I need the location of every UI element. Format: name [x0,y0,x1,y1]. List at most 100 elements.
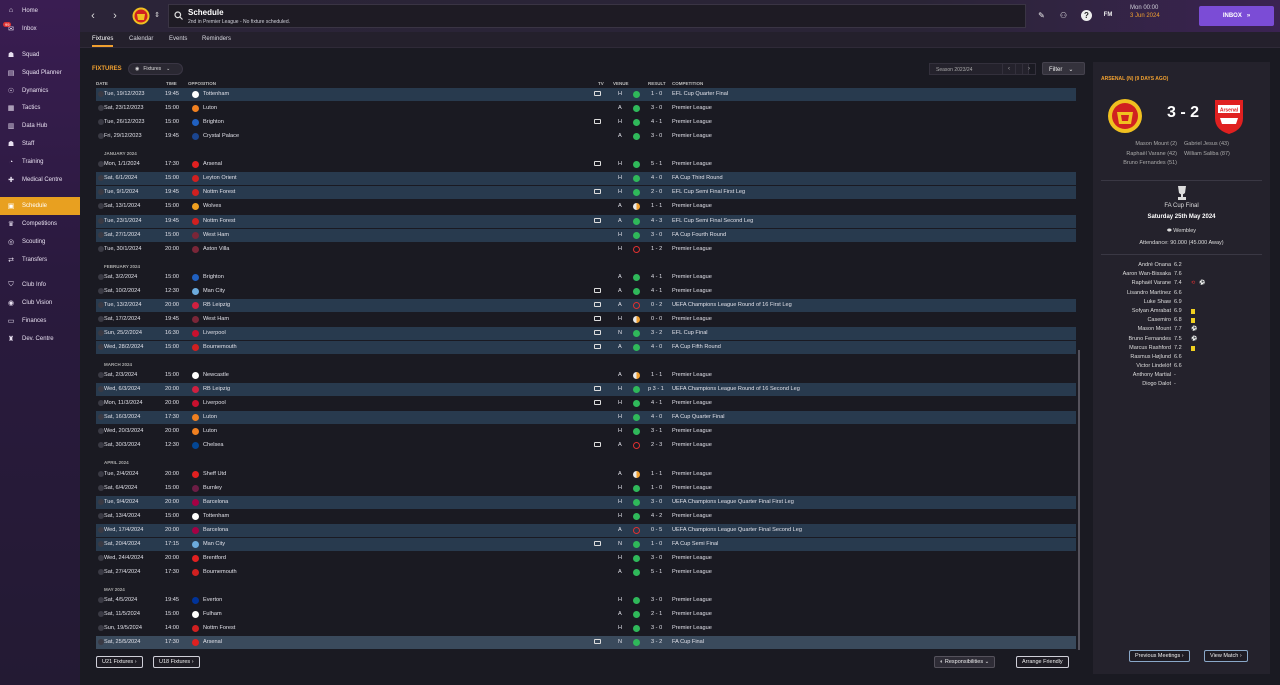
fixture-opponent[interactable]: Crystal Palace [203,133,239,139]
table-row[interactable]: Wed, 17/4/2024 20:00 Barcelona A 0 - 5 UEFA C… [96,523,1076,537]
u21-fixtures-button[interactable]: U21 Fixtures › [96,656,143,668]
fixture-opponent[interactable]: Luton [203,414,217,420]
fixture-competition[interactable]: FA Cup Fourth Round [672,232,726,238]
rating-row[interactable]: Casemiro 6.8 [1093,316,1270,325]
table-row[interactable]: Sat, 13/1/2024 15:00 Wolves A 1 - 1 Premier L… [96,200,1076,213]
table-row[interactable]: Mon, 11/3/2024 20:00 Liverpool H 4 - 1 Premie… [96,397,1076,410]
search-icon[interactable] [174,11,183,20]
rating-row[interactable]: Luke Shaw 6.9 [1093,298,1270,307]
table-row[interactable]: Wed, 20/3/2024 20:00 Luton H 3 - 1 Premier Le… [96,425,1076,438]
responsibilities-button[interactable]: ◐ Responsibilities ⌄ [934,656,996,668]
fixture-competition[interactable]: Premier League [672,105,712,111]
col-date[interactable]: DATE [96,81,108,86]
fm-logo[interactable]: FM [1101,10,1115,21]
rating-row[interactable]: André Onana 6.2 [1093,261,1270,270]
fixture-opponent[interactable]: Luton [203,105,217,111]
fixture-competition[interactable]: EFL Cup Semi Final Second Leg [672,218,753,224]
fixture-opponent[interactable]: Man City [203,541,225,547]
table-row[interactable]: Fri, 29/12/2023 19:45 Crystal Palace A 3 - 0… [96,130,1076,143]
table-row[interactable]: Sat, 6/1/2024 15:00 Leyton Orient H 4 - 0 FA … [96,172,1076,186]
table-row[interactable]: Sat, 3/2/2024 15:00 Brighton A 4 - 1 Premier … [96,271,1076,284]
switch-club-icon[interactable]: ⇕ [150,9,164,23]
sidebar-item-medical-centre[interactable]: ✚ Medical Centre [0,171,80,189]
fixture-opponent[interactable]: West Ham [203,316,229,322]
fixture-opponent[interactable]: Tottenham [203,513,229,519]
fixture-opponent[interactable]: Brentford [203,555,226,561]
fixture-competition[interactable]: EFL Cup Quarter Final [672,91,728,97]
sidebar-item-finances[interactable]: ▭ Finances [0,312,80,330]
sidebar-item-scouting[interactable]: ◎ Scouting [0,233,80,251]
view-match-button[interactable]: View Match › [1204,650,1248,662]
rating-row[interactable]: Lisandro Martínez 6.6 [1093,289,1270,298]
fixture-opponent[interactable]: Barcelona [203,527,228,533]
col-competition[interactable]: COMPETITION [672,81,703,86]
col-tv[interactable]: TV [598,81,604,86]
fixture-competition[interactable]: Premier League [672,513,712,519]
fixture-competition[interactable]: Premier League [672,119,712,125]
arrange-friendly-button[interactable]: Arrange Friendly [1016,656,1069,668]
table-row[interactable]: Sat, 25/5/2024 17:30 Arsenal N 3 - 2 FA Cup F… [96,636,1076,650]
fixture-opponent[interactable]: Arsenal [203,161,222,167]
sidebar-item-transfers[interactable]: ⇄ Transfers [0,251,80,269]
table-row[interactable]: Sat, 6/4/2024 15:00 Burnley H 1 - 0 Premier L… [96,482,1076,495]
fixture-competition[interactable]: FA Cup Final [672,639,704,645]
rating-row[interactable]: Marcus Rashford 7.2 [1093,344,1270,353]
table-row[interactable]: Sat, 23/12/2023 15:00 Luton A 3 - 0 Premier L… [96,102,1076,115]
previous-meetings-button[interactable]: Previous Meetings › [1129,650,1190,662]
table-row[interactable]: Sat, 30/3/2024 12:30 Chelsea A 2 - 3 Premier … [96,439,1076,452]
fixture-competition[interactable]: Premier League [672,428,712,434]
table-row[interactable]: Wed, 6/3/2024 20:00 RB Leipzig Hp 3 - 1 UEFA… [96,383,1076,397]
table-row[interactable]: Tue, 30/1/2024 20:00 Aston Villa H 1 - 2 Prem… [96,243,1076,256]
fixture-opponent[interactable]: Tottenham [203,91,229,97]
col-opposition[interactable]: OPPOSITION [188,81,216,86]
fixture-competition[interactable]: UEFA Champions League Round of 16 Second… [672,386,800,392]
table-row[interactable]: Sat, 4/5/2024 19:45 Everton H 3 - 0 Premier L… [96,594,1076,607]
forward-arrow-icon[interactable]: › [108,9,122,23]
table-row[interactable]: Tue, 13/2/2024 20:00 RB Leipzig A 0 - 2 UEFA … [96,298,1076,312]
fixtures-dropdown[interactable]: ◉ Fixtures ⌄ [128,63,183,75]
fixture-competition[interactable]: Premier League [672,611,712,617]
scrollbar[interactable] [1078,350,1080,650]
fixture-opponent[interactable]: Man City [203,288,225,294]
continue-inbox-button[interactable]: INBOX » [1199,6,1274,26]
rating-row[interactable]: Sofyan Amrabat 6.9 [1093,307,1270,316]
table-row[interactable]: Wed, 24/4/2024 20:00 Brentford H 3 - 0 Premie… [96,552,1076,565]
fixture-opponent[interactable]: Barcelona [203,499,228,505]
table-row[interactable]: Sat, 17/2/2024 19:45 West Ham H 0 - 0 Premier… [96,313,1076,326]
fixture-competition[interactable]: Premier League [672,133,712,139]
fixture-opponent[interactable]: RB Leipzig [203,302,230,308]
fixture-opponent[interactable]: Bournemouth [203,344,237,350]
fixture-opponent[interactable]: Bournemouth [203,569,237,575]
filter-button[interactable]: Filter ⌄ [1042,62,1085,75]
table-row[interactable]: Tue, 26/12/2023 15:00 Brighton H 4 - 1 Premie… [96,116,1076,129]
table-row[interactable]: Sat, 16/3/2024 17:30 Luton H 4 - 0 FA Cup Qua… [96,411,1076,425]
fixture-competition[interactable]: UEFA Champions League Quarter Final Seco… [672,527,802,533]
table-row[interactable]: Sat, 11/5/2024 15:00 Fulham A 2 - 1 Premier L… [96,608,1076,621]
fixture-competition[interactable]: Premier League [672,288,712,294]
fixture-opponent[interactable]: Everton [203,597,222,603]
sidebar-item-staff[interactable]: ☗ Staff [0,135,80,153]
fixture-competition[interactable]: Premier League [672,485,712,491]
fixture-competition[interactable]: UEFA Champions League Round of 16 First … [672,302,792,308]
fixture-competition[interactable]: Premier League [672,316,712,322]
table-row[interactable]: Sat, 20/4/2024 17:15 Man City N 1 - 0 FA Cup … [96,537,1076,551]
fixture-opponent[interactable]: Liverpool [203,330,226,336]
rating-row[interactable]: Anthony Martial - [1093,371,1270,380]
fixture-opponent[interactable]: Leyton Orient [203,175,237,181]
fixture-competition[interactable]: FA Cup Fifth Round [672,344,721,350]
fixture-competition[interactable]: Premier League [672,274,712,280]
tab-fixtures[interactable]: Fixtures [92,36,114,47]
table-row[interactable]: Sat, 2/3/2024 15:00 Newcastle A 1 - 1 Premier… [96,369,1076,382]
sidebar-item-training[interactable]: ◔ Training [0,153,80,171]
match-venue[interactable]: ⬬ Wembley [1093,228,1270,235]
fixture-opponent[interactable]: Nottm Forest [203,189,235,195]
back-arrow-icon[interactable]: ‹ [86,9,100,23]
fixture-opponent[interactable]: Nottm Forest [203,625,235,631]
fixture-competition[interactable]: Premier League [672,597,712,603]
fixture-opponent[interactable]: Brighton [203,274,224,280]
sidebar-item-dynamics[interactable]: ☉ Dynamics [0,82,80,100]
rating-row[interactable]: Raphaël Varane 7.4 ⟲ ⚽ [1093,279,1270,288]
fixture-competition[interactable]: Premier League [672,161,712,167]
rating-row[interactable]: Aaron Wan-Bissaka 7.6 [1093,270,1270,279]
fixture-opponent[interactable]: Chelsea [203,442,224,448]
